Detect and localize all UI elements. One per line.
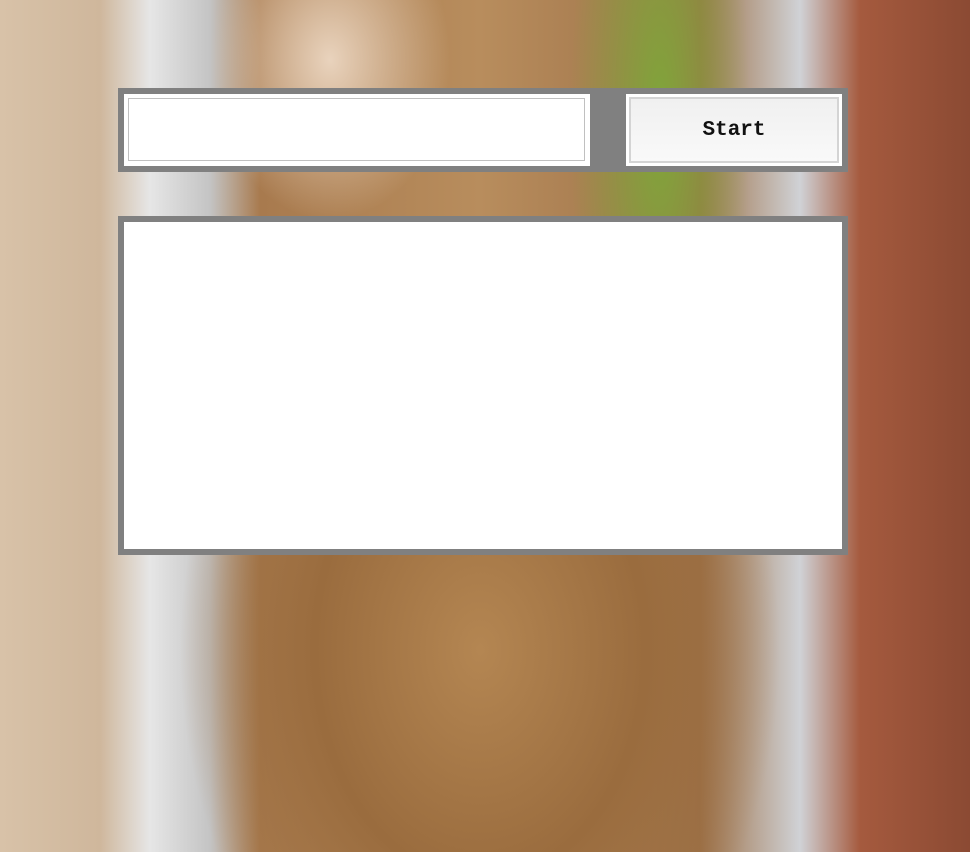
- text-input[interactable]: [128, 98, 585, 161]
- output-area: [124, 222, 842, 549]
- start-button[interactable]: Start: [626, 94, 842, 166]
- output-panel: [118, 216, 848, 555]
- control-bar: Start: [118, 88, 848, 172]
- text-input-container: [124, 94, 590, 166]
- start-button-label: Start: [629, 97, 839, 163]
